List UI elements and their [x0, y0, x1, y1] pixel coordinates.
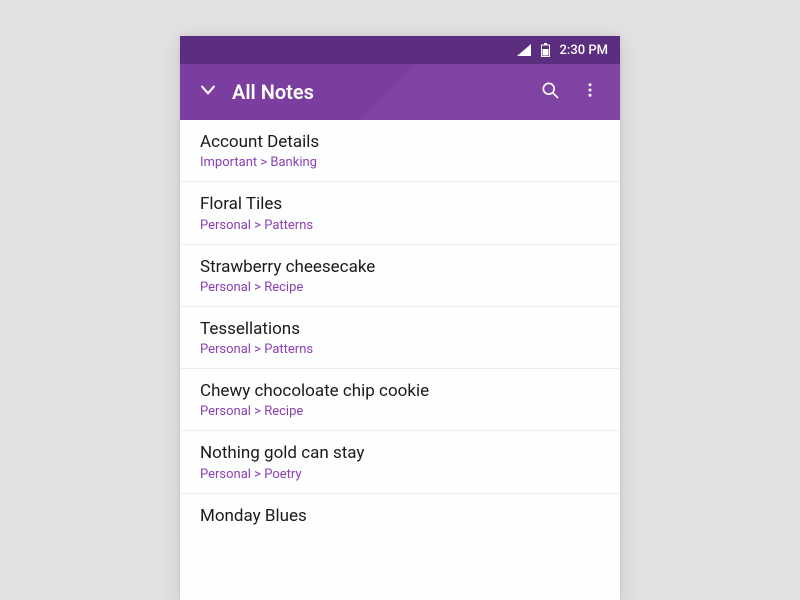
list-item[interactable]: Account Details Important > Banking	[180, 120, 620, 182]
note-path: Personal > Patterns	[200, 342, 600, 357]
note-path: Important > Banking	[200, 155, 600, 170]
note-path: Personal > Patterns	[200, 218, 600, 233]
note-path: Personal > Poetry	[200, 467, 600, 482]
note-path: Personal > Recipe	[200, 280, 600, 295]
note-title: Strawberry cheesecake	[200, 257, 600, 278]
note-title: Nothing gold can stay	[200, 443, 600, 464]
note-title: Account Details	[200, 132, 600, 153]
note-title: Chewy chocoloate chip cookie	[200, 381, 600, 402]
list-item[interactable]: Strawberry cheesecake Personal > Recipe	[180, 245, 620, 307]
page-title: All Notes	[232, 80, 530, 104]
chevron-down-icon[interactable]	[198, 80, 218, 104]
list-item[interactable]: Monday Blues	[180, 494, 620, 540]
status-bar: 2:30 PM	[180, 36, 620, 64]
list-item[interactable]: Chewy chocoloate chip cookie Personal > …	[180, 369, 620, 431]
search-icon	[540, 80, 560, 104]
list-item[interactable]: Floral Tiles Personal > Patterns	[180, 182, 620, 244]
note-title: Monday Blues	[200, 506, 600, 527]
list-item[interactable]: Tessellations Personal > Patterns	[180, 307, 620, 369]
note-title: Floral Tiles	[200, 194, 600, 215]
notes-list: Account Details Important > Banking Flor…	[180, 120, 620, 600]
more-vert-icon	[581, 81, 599, 103]
note-title: Tessellations	[200, 319, 600, 340]
search-button[interactable]	[530, 72, 570, 112]
phone-frame: 2:30 PM All Notes Account Details Import…	[180, 36, 620, 600]
status-time: 2:30 PM	[560, 43, 609, 58]
signal-icon	[517, 44, 531, 56]
note-path: Personal > Recipe	[200, 404, 600, 419]
list-item[interactable]: Nothing gold can stay Personal > Poetry	[180, 431, 620, 493]
battery-icon	[541, 43, 550, 57]
more-button[interactable]	[570, 72, 610, 112]
app-bar: All Notes	[180, 64, 620, 120]
